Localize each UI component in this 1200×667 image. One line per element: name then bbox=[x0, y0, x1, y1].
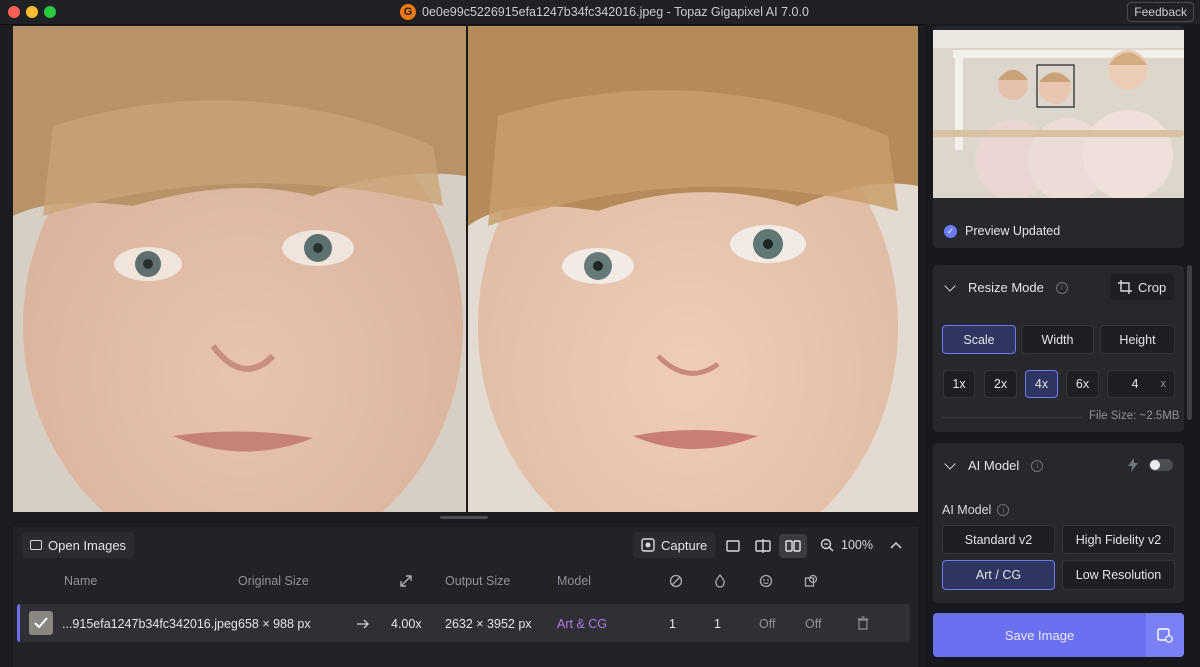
save-image-label: Save Image bbox=[1004, 627, 1075, 643]
color-correction-icon bbox=[804, 574, 818, 587]
custom-scale-unit: x bbox=[1160, 378, 1167, 390]
navigator-image bbox=[933, 30, 1184, 198]
info-icon[interactable]: i bbox=[1055, 281, 1068, 294]
title-bar: G 0e0e99c5226915efa1247b34fc342016.jpeg … bbox=[0, 0, 1200, 25]
ai-model-title: AI Model bbox=[968, 458, 1020, 473]
window-title-group: G 0e0e99c5226915efa1247b34fc342016.jpeg … bbox=[400, 3, 809, 21]
col-header-output-size[interactable]: Output Size bbox=[445, 574, 510, 588]
scale-6x[interactable]: 6x bbox=[1066, 370, 1099, 398]
preview-status-label: Preview Updated bbox=[965, 224, 1061, 238]
topaz-logo-icon: G bbox=[400, 4, 416, 20]
collapse-panel-icon[interactable] bbox=[890, 540, 902, 550]
save-image-button[interactable]: Save Image bbox=[933, 613, 1184, 657]
checkmark-icon bbox=[34, 617, 48, 629]
enhanced-image bbox=[468, 26, 918, 512]
ai-model-header[interactable]: AI Model i bbox=[944, 457, 1044, 473]
row-color-value: Off bbox=[805, 617, 822, 631]
window-title: 0e0e99c5226915efa1247b34fc342016.jpeg - … bbox=[422, 5, 809, 19]
capture-button[interactable]: Capture bbox=[633, 532, 716, 558]
file-size-label: File Size: ~2.5MB bbox=[1089, 410, 1180, 422]
maximize-window-button[interactable] bbox=[44, 6, 56, 18]
info-icon[interactable]: i bbox=[1031, 459, 1044, 472]
resize-mode-header[interactable]: Resize Mode i bbox=[944, 279, 1068, 295]
chevron-down-icon bbox=[944, 457, 956, 470]
col-header-original-size[interactable]: Original Size bbox=[238, 574, 309, 588]
split-view-icon bbox=[755, 539, 771, 553]
scale-1x[interactable]: 1x bbox=[943, 370, 975, 398]
crop-label: Crop bbox=[1138, 279, 1167, 295]
navigator-preview[interactable] bbox=[933, 30, 1184, 198]
export-settings-icon bbox=[1157, 628, 1173, 643]
minimize-window-button[interactable] bbox=[26, 6, 38, 18]
scale-2x[interactable]: 2x bbox=[984, 370, 1017, 398]
mode-width[interactable]: Width bbox=[1021, 325, 1094, 354]
row-sharpen-value: 1 bbox=[714, 617, 721, 631]
capture-label: Capture bbox=[661, 537, 708, 553]
single-view-icon bbox=[726, 540, 740, 552]
expand-scale-icon bbox=[400, 575, 412, 587]
model-low-resolution[interactable]: Low Resolution bbox=[1062, 560, 1175, 590]
resize-mode-title: Resize Mode bbox=[968, 280, 1044, 295]
save-options-button[interactable] bbox=[1146, 613, 1184, 657]
custom-scale-input[interactable]: 4 x bbox=[1107, 370, 1175, 398]
open-images-button[interactable]: Open Images bbox=[22, 532, 135, 558]
model-art-cg[interactable]: Art / CG bbox=[942, 560, 1055, 590]
side-by-side-icon bbox=[785, 540, 801, 552]
sharpen-drop-icon bbox=[715, 574, 725, 588]
single-view-button[interactable] bbox=[719, 534, 747, 558]
split-view-button[interactable] bbox=[749, 534, 777, 558]
lightning-icon bbox=[1128, 458, 1138, 472]
row-original-size: 658 × 988 px bbox=[238, 617, 311, 631]
original-image-pane bbox=[13, 26, 466, 512]
enhanced-image-pane bbox=[468, 26, 918, 512]
ai-model-label-row: AI Model i bbox=[942, 503, 1010, 517]
crop-icon bbox=[1118, 280, 1132, 294]
close-window-button[interactable] bbox=[8, 6, 20, 18]
ai-model-label: AI Model bbox=[942, 503, 992, 517]
scale-4x[interactable]: 4x bbox=[1025, 370, 1058, 398]
preview-status: ✓ Preview Updated bbox=[944, 224, 1060, 238]
row-model: Art & CG bbox=[557, 617, 608, 631]
row-face-recovery-value: Off bbox=[759, 617, 776, 631]
divider bbox=[942, 417, 1082, 418]
custom-scale-value: 4 bbox=[1131, 377, 1139, 391]
ai-model-toggle[interactable] bbox=[1149, 459, 1173, 471]
check-circle-icon: ✓ bbox=[944, 224, 957, 238]
zoom-icon[interactable] bbox=[820, 538, 834, 552]
col-header-name[interactable]: Name bbox=[64, 574, 97, 588]
row-denoise-value: 1 bbox=[669, 617, 676, 631]
face-recovery-icon bbox=[759, 574, 773, 588]
side-by-side-view-button[interactable] bbox=[779, 534, 807, 558]
row-file-name: ...915efa1247b34fc342016.jpeg bbox=[62, 617, 238, 631]
chevron-down-icon bbox=[944, 279, 956, 292]
image-thumbnail bbox=[29, 611, 53, 635]
denoise-icon bbox=[669, 574, 683, 588]
mode-height[interactable]: Height bbox=[1100, 325, 1175, 354]
panel-resize-handle[interactable] bbox=[440, 516, 488, 519]
row-output-size: 2632 × 3952 px bbox=[445, 617, 532, 631]
capture-icon bbox=[641, 538, 655, 552]
row-scale: 4.00x bbox=[391, 617, 422, 631]
model-high-fidelity-v2[interactable]: High Fidelity v2 bbox=[1062, 525, 1175, 554]
original-image bbox=[13, 26, 466, 512]
info-icon[interactable]: i bbox=[997, 504, 1010, 516]
feedback-button[interactable]: Feedback bbox=[1127, 2, 1194, 22]
zoom-level[interactable]: 100% bbox=[841, 538, 873, 552]
col-header-model[interactable]: Model bbox=[557, 574, 591, 588]
model-standard-v2[interactable]: Standard v2 bbox=[942, 525, 1055, 554]
image-viewer[interactable] bbox=[13, 26, 918, 512]
open-images-label: Open Images bbox=[48, 537, 127, 553]
panel-scrollbar[interactable] bbox=[1187, 265, 1192, 420]
arrow-right-icon bbox=[357, 619, 369, 629]
image-icon bbox=[30, 540, 42, 550]
trash-icon[interactable] bbox=[857, 616, 869, 630]
mode-scale[interactable]: Scale bbox=[942, 325, 1016, 354]
crop-button[interactable]: Crop bbox=[1110, 274, 1175, 300]
